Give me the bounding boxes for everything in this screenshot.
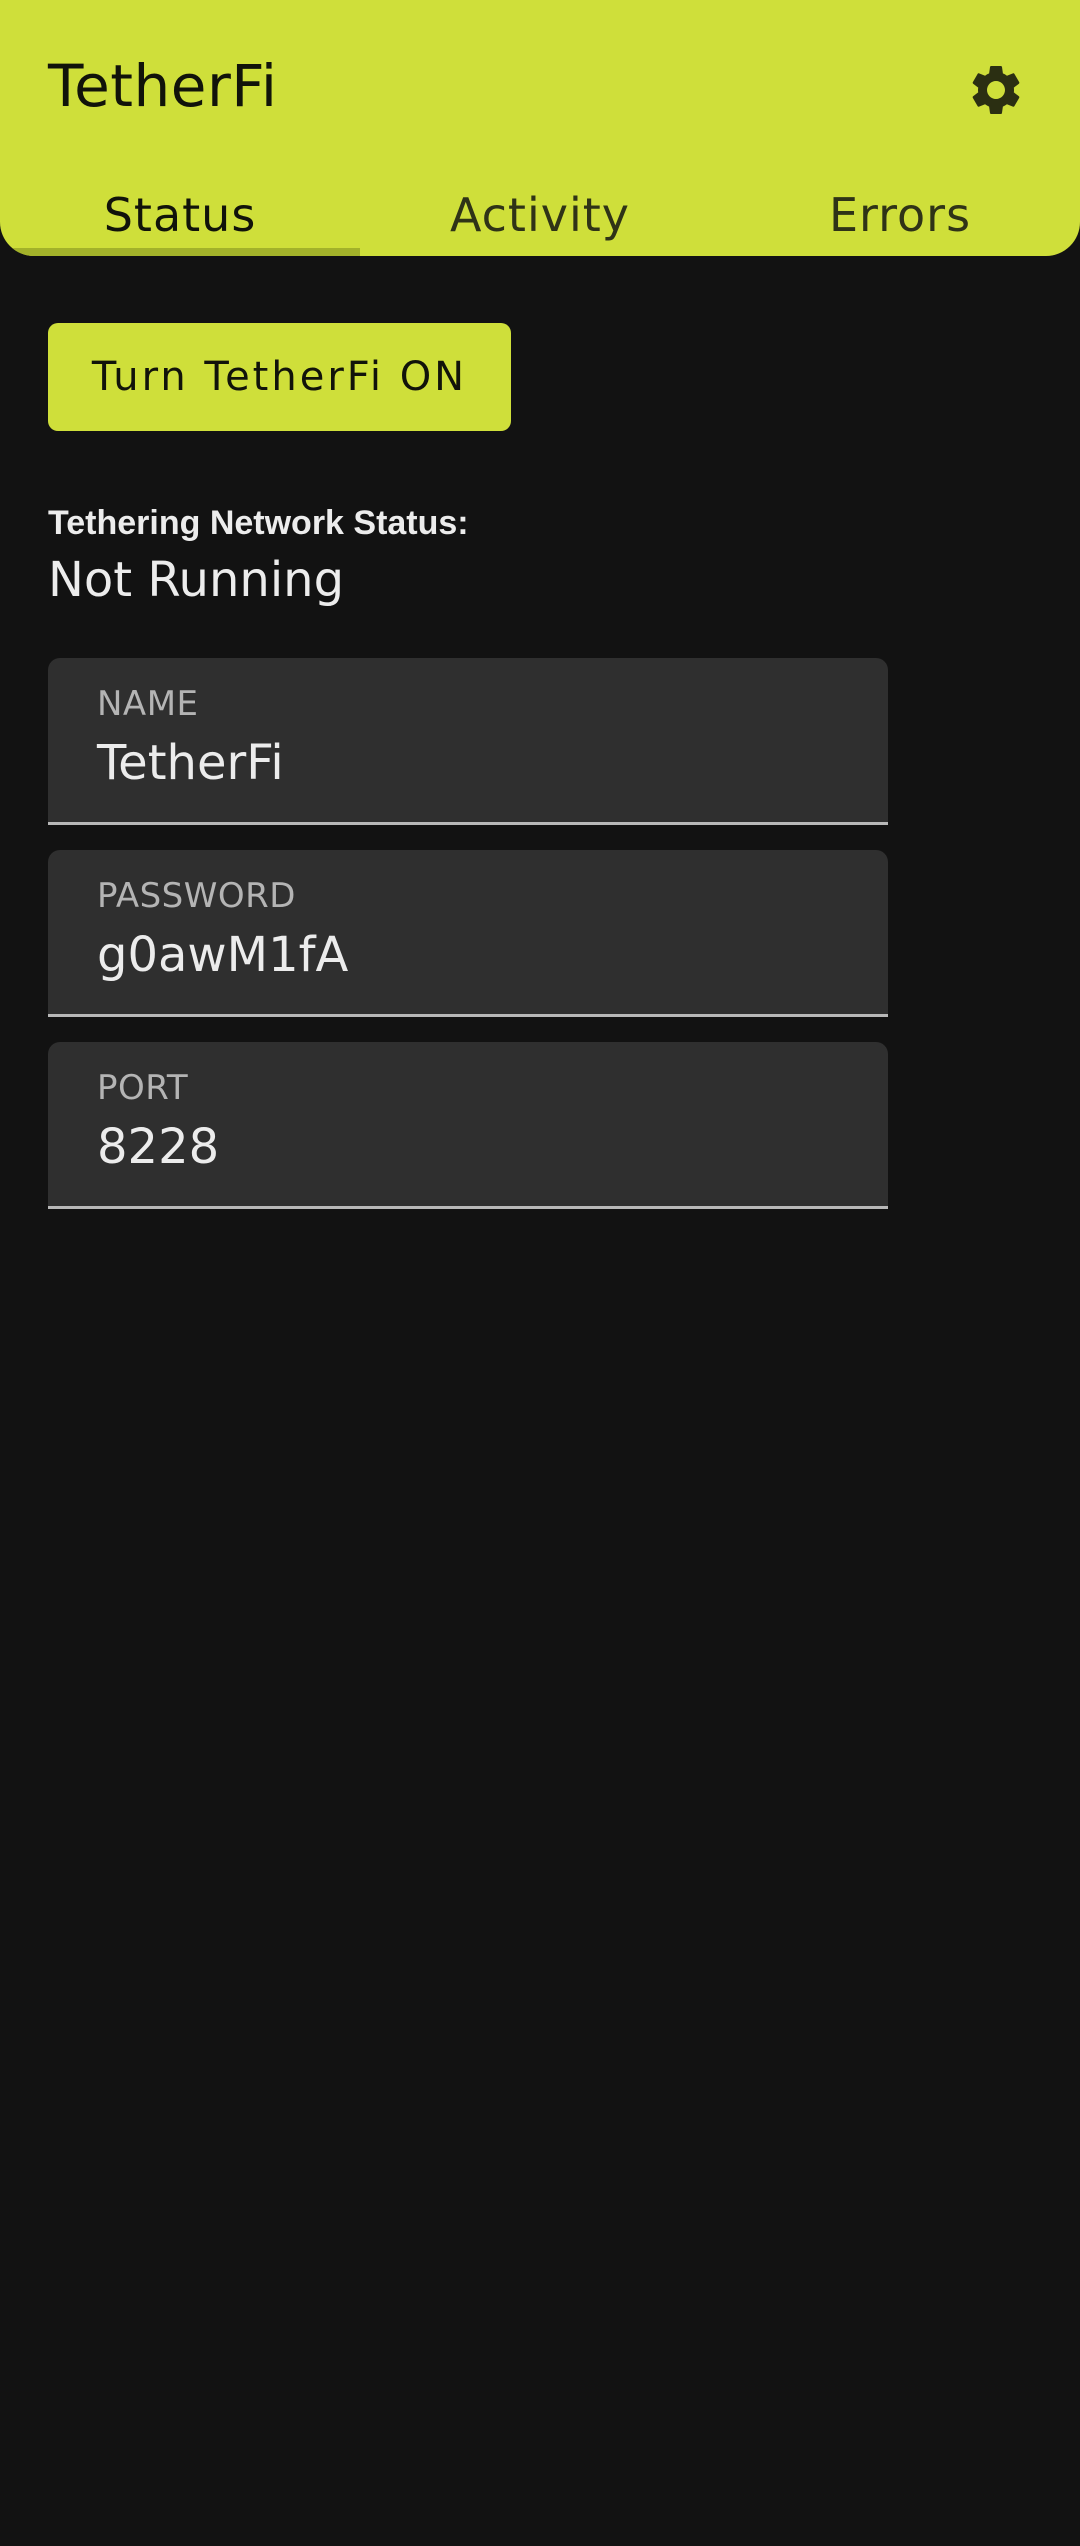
tab-errors-label: Errors <box>828 188 972 242</box>
app-title: TetherFi <box>48 52 278 120</box>
port-field-label: PORT <box>97 1068 189 1108</box>
app-bar: TetherFi Status Activity Errors <box>0 0 1080 256</box>
network-status-value: Not Running <box>48 552 345 608</box>
tab-status[interactable]: Status <box>0 174 360 256</box>
name-field[interactable]: NAME TetherFi <box>48 658 888 825</box>
tab-indicator <box>0 248 360 256</box>
turn-on-button-label: Turn TetherFi ON <box>91 354 468 400</box>
password-field-value[interactable]: g0awM1fA <box>97 924 348 986</box>
tab-activity[interactable]: Activity <box>360 174 720 256</box>
port-field-value[interactable]: 8228 <box>97 1116 219 1178</box>
password-field[interactable]: PASSWORD g0awM1fA <box>48 850 888 1017</box>
name-field-label: NAME <box>97 684 199 724</box>
tab-status-label: Status <box>103 188 257 242</box>
name-field-value[interactable]: TetherFi <box>97 732 284 794</box>
settings-button[interactable] <box>960 54 1032 126</box>
port-field[interactable]: PORT 8228 <box>48 1042 888 1209</box>
gear-icon <box>972 66 1020 114</box>
tab-errors[interactable]: Errors <box>720 174 1080 256</box>
turn-on-button[interactable]: Turn TetherFi ON <box>48 323 511 431</box>
password-field-label: PASSWORD <box>97 876 296 916</box>
tab-activity-label: Activity <box>449 188 631 242</box>
network-status-label: Tethering Network Status: <box>48 504 469 542</box>
tab-bar: Status Activity Errors <box>0 174 1080 256</box>
